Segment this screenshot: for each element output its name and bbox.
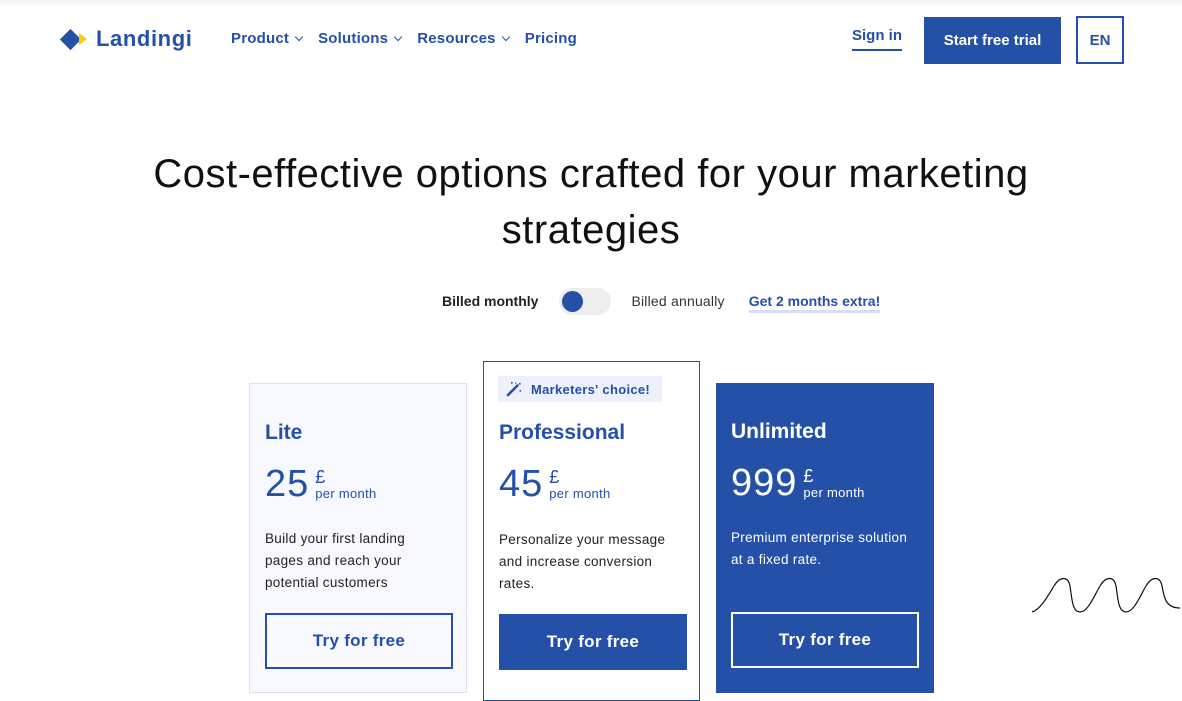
- price-currency: £: [315, 467, 326, 487]
- nav-item-product[interactable]: Product: [231, 30, 304, 47]
- price-amount: 25: [265, 463, 310, 505]
- price-currency: £: [803, 466, 814, 486]
- nav-item-solutions[interactable]: Solutions: [318, 30, 403, 47]
- toggle-knob: [562, 290, 584, 312]
- plan-name: Lite: [265, 421, 303, 444]
- billed-monthly-label[interactable]: Billed monthly: [442, 293, 538, 309]
- plan-card-unlimited: Unlimited 999 £ per month Premium enterp…: [716, 383, 934, 693]
- chevron-down-icon: [294, 32, 304, 42]
- start-free-trial-button[interactable]: Start free trial: [924, 17, 1061, 64]
- sign-in-link[interactable]: Sign in: [852, 27, 902, 51]
- plan-description: Personalize your message and increase co…: [499, 532, 666, 591]
- price: 999 £ per month: [731, 461, 865, 505]
- page-title: Cost-effective options crafted for your …: [153, 152, 1029, 252]
- try-for-free-button[interactable]: Try for free: [499, 614, 687, 670]
- language-selector[interactable]: EN: [1076, 16, 1124, 64]
- logo[interactable]: Landingi: [59, 26, 193, 52]
- chevron-down-icon: [501, 32, 510, 42]
- price: 25 £ per month: [265, 462, 377, 506]
- price-amount: 45: [499, 463, 544, 505]
- nav-item-resources[interactable]: Resources: [417, 30, 510, 47]
- plan-name: Professional: [499, 421, 626, 444]
- billing-toggle[interactable]: [559, 287, 612, 315]
- magic-wand-icon: [506, 382, 522, 397]
- plan-description: Build your first landing pages and reach…: [265, 531, 406, 590]
- try-for-free-button[interactable]: Try for free: [731, 612, 919, 668]
- plan-name: Unlimited: [731, 420, 827, 443]
- nav-label: Product: [231, 30, 290, 47]
- price-currency: £: [549, 467, 560, 487]
- main-nav: Product Solutions Resources Pricing: [231, 30, 593, 47]
- site-header: Landingi Product Solutions Resources Pri…: [0, 0, 1182, 80]
- plan-description: Premium enterprise solution at a fixed r…: [731, 530, 908, 567]
- plan-card-professional: Marketers' choice! Professional 45 £ per…: [483, 361, 700, 701]
- price-period: per month: [803, 485, 865, 500]
- billed-annually-label[interactable]: Billed annually: [631, 293, 724, 309]
- logo-text: Landingi: [96, 26, 193, 51]
- try-for-free-button[interactable]: Try for free: [265, 613, 453, 669]
- marketers-choice-badge: Marketers' choice!: [498, 376, 662, 402]
- nav-label: Pricing: [524, 30, 577, 47]
- chevron-down-icon: [393, 32, 403, 42]
- nav-label: Resources: [417, 30, 496, 47]
- plan-card-lite: Lite 25 £ per month Build your first lan…: [249, 383, 467, 693]
- price-amount: 999: [731, 462, 798, 504]
- billing-switch: Billed monthly Billed annually Get 2 mon…: [442, 287, 881, 315]
- logo-icon: [59, 26, 90, 52]
- nav-item-pricing[interactable]: Pricing: [525, 30, 577, 47]
- nav-label: Solutions: [318, 30, 389, 47]
- badge-text: Marketers' choice!: [531, 381, 651, 397]
- price-period: per month: [549, 486, 611, 501]
- price-period: per month: [315, 486, 377, 501]
- promo-link[interactable]: Get 2 months extra!: [748, 293, 881, 313]
- price: 45 £ per month: [499, 462, 611, 506]
- decorative-squiggle-icon: [1031, 577, 1181, 613]
